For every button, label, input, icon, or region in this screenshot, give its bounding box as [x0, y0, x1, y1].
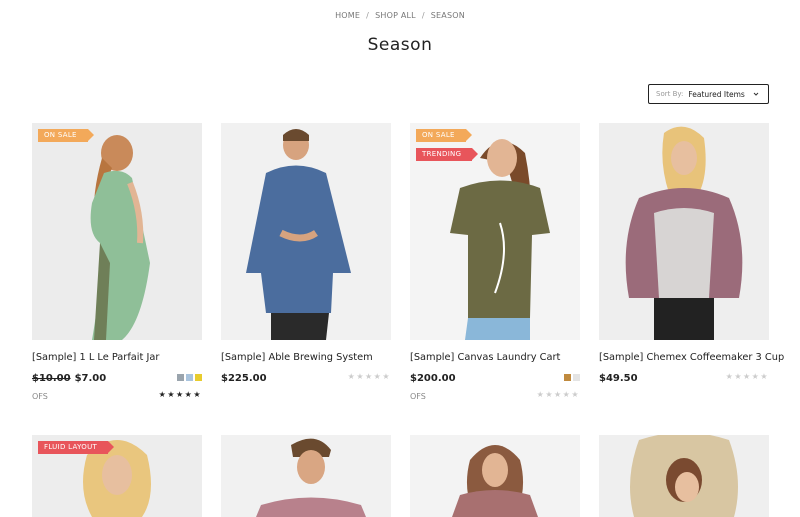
rating-stars: ★★★★★ — [158, 390, 202, 399]
color-swatch[interactable] — [573, 374, 580, 381]
color-swatch[interactable] — [195, 374, 202, 381]
breadcrumb-current[interactable]: SEASON — [431, 11, 465, 20]
breadcrumb: HOME / SHOP ALL / SEASON — [335, 11, 465, 20]
product-image[interactable] — [221, 435, 391, 517]
sale-price: $7.00 — [74, 373, 107, 384]
product-image[interactable] — [410, 435, 580, 517]
product-title[interactable]: [Sample] 1 L Le Parfait Jar — [32, 352, 159, 363]
color-swatches — [564, 374, 580, 381]
product-price: $200.00 — [410, 373, 456, 384]
color-swatch[interactable] — [186, 374, 193, 381]
color-swatch[interactable] — [177, 374, 184, 381]
product-image[interactable]: ON SALE — [32, 123, 202, 340]
ofs-label: OFS — [32, 392, 48, 401]
rating-stars: ★★★★★ — [536, 390, 580, 399]
sort-value: Featured Items — [688, 89, 745, 99]
sort-select[interactable]: Sort By: Featured Items — [648, 84, 769, 104]
sort-label: Sort By: — [656, 90, 684, 98]
rating-stars: ★★★★★ — [347, 372, 391, 381]
color-swatches — [177, 374, 202, 381]
rating-stars: ★★★★★ — [725, 372, 769, 381]
on-sale-badge: ON SALE — [38, 129, 94, 142]
product-price: $10.00 $7.00 — [32, 373, 106, 384]
product-image[interactable]: FLUID LAYOUT — [32, 435, 202, 517]
ofs-label: OFS — [410, 392, 426, 401]
on-sale-badge: ON SALE — [416, 129, 472, 142]
product-image[interactable] — [221, 123, 391, 340]
product-title[interactable]: [Sample] Chemex Coffeemaker 3 Cup — [599, 352, 784, 363]
product-price: $225.00 — [221, 373, 267, 384]
product-image[interactable] — [599, 123, 769, 340]
breadcrumb-home[interactable]: HOME — [335, 11, 360, 20]
breadcrumb-shop-all[interactable]: SHOP ALL — [375, 11, 416, 20]
product-price: $49.50 — [599, 373, 638, 384]
product-title[interactable]: [Sample] Able Brewing System — [221, 352, 373, 363]
fluid-layout-badge: FLUID LAYOUT — [38, 441, 115, 454]
product-image[interactable] — [599, 435, 769, 517]
product-image[interactable]: ON SALE TRENDING — [410, 123, 580, 340]
trending-badge: TRENDING — [416, 148, 479, 161]
page-title: Season — [367, 35, 433, 55]
color-swatch[interactable] — [564, 374, 571, 381]
chevron-down-icon — [753, 92, 759, 96]
old-price: $10.00 — [32, 373, 71, 384]
product-title[interactable]: [Sample] Canvas Laundry Cart — [410, 352, 560, 363]
